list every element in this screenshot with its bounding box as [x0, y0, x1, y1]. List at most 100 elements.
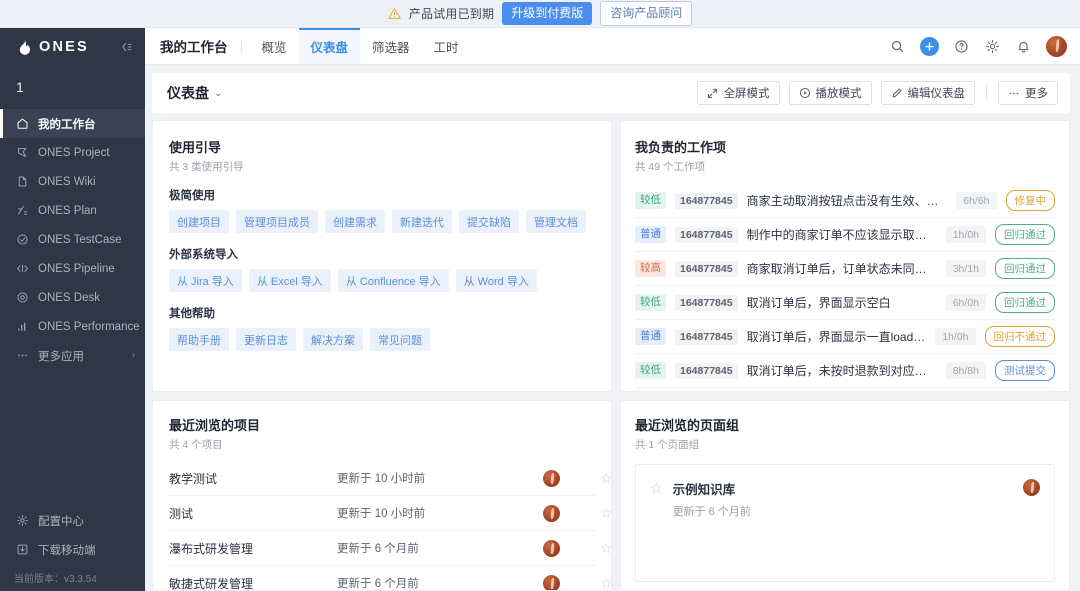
project-name[interactable]: 敏捷式研发管理 [169, 575, 337, 591]
guide-chip-import-excel[interactable]: 从 Excel 导入 [248, 269, 331, 292]
workitem-hours: 6h/0h [945, 294, 986, 311]
sidebar-item-label: ONES Desk [38, 291, 100, 304]
workitems-list: 较低 164877845 商家主动取消按钮点击没有生效、订单未取消 6h/6h … [635, 184, 1055, 388]
table-row[interactable]: 较高 164877845 商家取消订单后，订单状态未同步到购买方账号 3h/1h… [635, 252, 1055, 286]
guide-group-label: 外部系统导入 [169, 249, 238, 261]
banner-message: 产品试用已到期 [408, 7, 495, 21]
avatar [1023, 479, 1040, 496]
table-row[interactable]: 较低 164877845 商家主动取消按钮点击没有生效、订单未取消 6h/6h … [635, 184, 1055, 218]
guide-chip-create-project[interactable]: 创建项目 [169, 210, 229, 233]
sidebar-item-ones-plan[interactable]: ONES Plan [0, 196, 145, 225]
more-actions-label: 更多 [1025, 88, 1048, 100]
guide-chip-manage-members[interactable]: 管理项目成员 [236, 210, 318, 233]
status-badge: 测试提交 [995, 360, 1055, 381]
guide-chip-create-requirement[interactable]: 创建需求 [325, 210, 385, 233]
status-badge: 回归不通过 [984, 326, 1055, 347]
search-icon[interactable] [889, 38, 906, 55]
play-circle-icon [799, 87, 811, 99]
list-item[interactable]: 敏捷式研发管理 更新于 6 个月前 ☆ [169, 566, 611, 591]
play-mode-button[interactable]: 播放模式 [788, 81, 872, 105]
add-new-button[interactable] [920, 36, 939, 56]
page-group-item[interactable]: ☆ 示例知识库 更新于 6 个月前 [635, 464, 1055, 582]
sidebar-item-ones-desk[interactable]: ONES Desk [0, 283, 145, 312]
guide-group-label: 其他帮助 [169, 308, 215, 320]
project-name[interactable]: 瀑布式研发管理 [169, 540, 337, 557]
gear-icon[interactable] [984, 38, 1001, 55]
sidebar-item-my-workbench[interactable]: 我的工作台 [0, 109, 145, 138]
list-item[interactable]: 教学测试 更新于 10 小时前 ☆ [169, 461, 611, 496]
guide-chip-new-iteration[interactable]: 新建迭代 [392, 210, 452, 233]
guide-group-label: 极简使用 [169, 190, 215, 202]
workitem-name[interactable]: 取消订单后，未按时退款到对应账号 [747, 362, 937, 379]
guide-chip-import-word[interactable]: 从 Word 导入 [455, 269, 537, 292]
workitem-name[interactable]: 取消订单后，界面显示一直loading [747, 328, 927, 345]
sidebar-item-ones-wiki[interactable]: ONES Wiki [0, 167, 145, 196]
star-icon[interactable]: ☆ [600, 576, 611, 590]
desk-target-icon [15, 291, 29, 305]
workitem-name[interactable]: 商家取消订单后，订单状态未同步到购买方账号 [747, 260, 937, 277]
sidebar-item-ones-testcase[interactable]: ONES TestCase [0, 225, 145, 254]
star-icon[interactable]: ☆ [600, 471, 611, 485]
tab-worktime[interactable]: 工时 [422, 28, 471, 64]
star-icon[interactable]: ☆ [600, 506, 611, 520]
plan-icon [15, 204, 29, 218]
workitem-name[interactable]: 制作中的商家订单不应该显示取消按钮 [747, 226, 937, 243]
sidebar-item-config-center[interactable]: 配置中心 [0, 506, 145, 535]
dashboard-selector[interactable]: 仪表盘 ⌄ [167, 83, 222, 103]
project-name[interactable]: 教学测试 [169, 470, 337, 487]
guide-chip-submit-defect[interactable]: 提交缺陷 [459, 210, 519, 233]
sidebar-item-more-apps[interactable]: 更多应用 › [0, 341, 145, 370]
fullscreen-mode-button[interactable]: 全屏模式 [696, 81, 780, 105]
upgrade-button[interactable]: 升级到付费版 [502, 2, 593, 25]
chevron-down-icon: ⌄ [214, 87, 223, 99]
sidebar-item-label: 更多应用 [38, 350, 84, 363]
guide-chip-solutions[interactable]: 解决方案 [303, 328, 363, 351]
consult-advisor-button[interactable]: 咨询产品顾问 [600, 1, 693, 26]
guide-chip-import-confluence[interactable]: 从 Confluence 导入 [337, 269, 449, 292]
page-group-name[interactable]: 示例知识库 [673, 479, 751, 498]
testcase-icon [15, 233, 29, 247]
sidebar-item-label: ONES Pipeline [38, 262, 115, 275]
avatar[interactable] [1046, 35, 1067, 57]
guide-chip-changelog[interactable]: 更新日志 [236, 328, 296, 351]
star-icon[interactable]: ☆ [600, 541, 611, 555]
workitem-name[interactable]: 取消订单后，界面显示空白 [747, 294, 937, 311]
guide-chip-faq[interactable]: 常见问题 [370, 328, 430, 351]
table-row[interactable]: 较低 164877845 取消订单后，未按时退款到对应账号 8h/8h 测试提交 [635, 354, 1055, 388]
sidebar-logo[interactable]: ONES [0, 28, 145, 66]
guide-chip-help-manual[interactable]: 帮助手册 [169, 328, 229, 351]
bar-chart-icon [15, 320, 29, 334]
usage-guide-title: 使用引导 [169, 140, 222, 155]
download-icon [15, 543, 29, 557]
workitem-id: 164877845 [675, 294, 738, 311]
guide-chip-manage-docs[interactable]: 管理文档 [526, 210, 586, 233]
tab-dashboard[interactable]: 仪表盘 [298, 28, 361, 64]
help-circle-icon[interactable] [953, 38, 970, 55]
tab-filters[interactable]: 筛选器 [360, 28, 422, 64]
project-name[interactable]: 测试 [169, 505, 337, 522]
list-item[interactable]: 瀑布式研发管理 更新于 6 个月前 ☆ [169, 531, 611, 566]
sidebar-item-download-mobile[interactable]: 下载移动端 [0, 535, 145, 564]
more-actions-button[interactable]: 更多 [998, 81, 1058, 105]
table-row[interactable]: 普通 164877845 取消订单后，界面显示一直loading 1h/0h 回… [635, 320, 1055, 354]
sidebar-item-label: 下载移动端 [38, 544, 96, 557]
table-row[interactable]: 较低 164877845 取消订单后，界面显示空白 6h/0h 回归通过 [635, 286, 1055, 320]
usage-guide-subtitle: 共 3 类使用引导 [169, 161, 244, 173]
sidebar-item-ones-performance[interactable]: ONES Performance [0, 312, 145, 341]
bell-icon[interactable] [1015, 38, 1032, 55]
sidebar-item-label: ONES Wiki [38, 175, 96, 188]
workitem-hours: 1h/0h [945, 226, 986, 243]
guide-chip-import-jira[interactable]: 从 Jira 导入 [169, 269, 242, 292]
edit-dashboard-button[interactable]: 编辑仪表盘 [880, 81, 975, 105]
dashboard-toolbar: 仪表盘 ⌄ 全屏模式 播放模式 编辑仪表盘 更多 [152, 73, 1070, 113]
tab-overview[interactable]: 概览 [250, 28, 299, 64]
my-workitems-card: 我负责的工作项 共 49 个工作项 较低 164877845 商家主动取消按钮点… [620, 120, 1070, 392]
list-item[interactable]: 测试 更新于 10 小时前 ☆ [169, 496, 611, 531]
workitem-name[interactable]: 商家主动取消按钮点击没有生效、订单未取消 [747, 192, 948, 209]
table-row[interactable]: 普通 164877845 制作中的商家订单不应该显示取消按钮 1h/0h 回归通… [635, 218, 1055, 252]
star-icon[interactable]: ☆ [650, 480, 663, 497]
workspace-name[interactable]: 1 [0, 66, 145, 108]
sidebar-item-ones-project[interactable]: ONES Project [0, 138, 145, 167]
sidebar-item-ones-pipeline[interactable]: ONES Pipeline [0, 254, 145, 283]
collapse-panel-icon[interactable] [119, 40, 133, 54]
